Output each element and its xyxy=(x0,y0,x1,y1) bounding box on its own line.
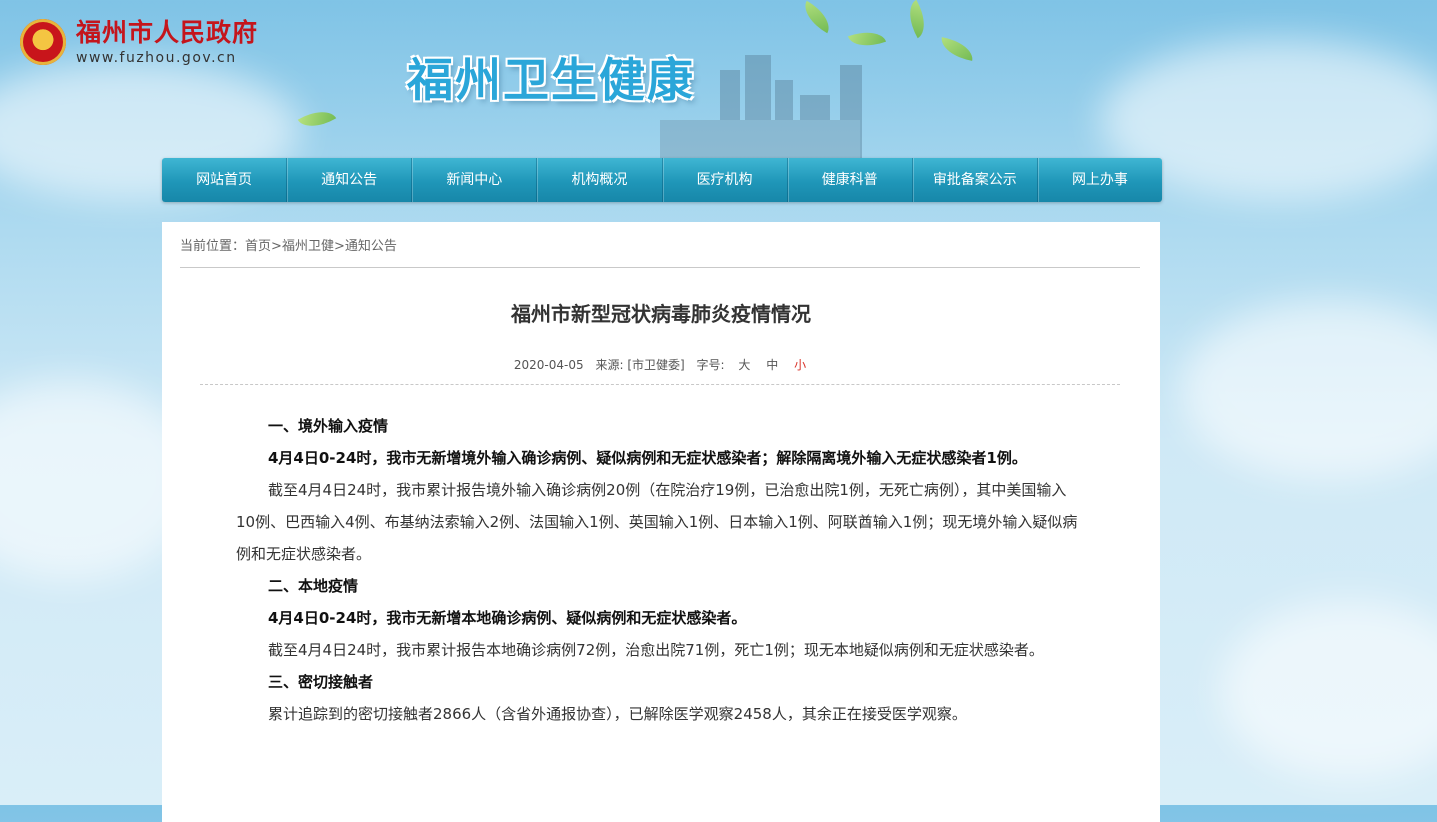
breadcrumb: 当前位置：首页>福州卫健>通知公告 xyxy=(180,235,397,254)
nav-item-notices[interactable]: 通知公告 xyxy=(287,158,413,202)
article-meta: 2020-04-05 来源: [市卫健委] 字号: 大 中 小 xyxy=(162,356,1160,373)
nav-item-about[interactable]: 机构概况 xyxy=(537,158,663,202)
breadcrumb-notices[interactable]: 通知公告 xyxy=(345,239,397,254)
section-heading: 三、密切接触者 xyxy=(268,673,374,691)
paragraph: 累计追踪到的密切接触者2866人（含省外通报协查），已解除医学观察2458人，其… xyxy=(268,705,967,723)
font-size-label: 字号: xyxy=(696,358,725,372)
breadcrumb-home[interactable]: 首页 xyxy=(245,239,271,254)
gov-url: www.fuzhou.gov.cn xyxy=(76,50,237,66)
divider xyxy=(180,267,1140,268)
section-heading: 二、本地疫情 xyxy=(268,577,359,595)
paragraph: 4月4日0-24时，我市无新增本地确诊病例、疑似病例和无症状感染者。 xyxy=(268,609,747,627)
gov-logo[interactable]: 福州市人民政府 www.fuzhou.gov.cn xyxy=(20,18,258,66)
breadcrumb-separator: > xyxy=(271,239,282,254)
font-size-medium[interactable]: 中 xyxy=(766,358,778,372)
article-source: 来源: [市卫健委] xyxy=(595,358,685,372)
nav-item-approval[interactable]: 审批备案公示 xyxy=(913,158,1038,202)
main-nav: 网站首页 通知公告 新闻中心 机构概况 医疗机构 健康科普 审批备案公示 网上办… xyxy=(162,158,1162,202)
nav-item-home[interactable]: 网站首页 xyxy=(162,158,288,202)
nav-item-online[interactable]: 网上办事 xyxy=(1038,158,1162,202)
article-body: 一、境外输入疫情 4月4日0-24时，我市无新增境外输入确诊病例、疑似病例和无症… xyxy=(236,410,1082,730)
paragraph: 截至4月4日24时，我市累计报告本地确诊病例72例，治愈出院71例，死亡1例；现… xyxy=(268,641,1044,659)
national-emblem-icon xyxy=(20,19,66,65)
breadcrumb-prefix: 当前位置： xyxy=(180,239,246,254)
font-size-small[interactable]: 小 xyxy=(794,358,806,372)
breadcrumb-separator: > xyxy=(333,239,345,254)
nav-item-medical[interactable]: 医疗机构 xyxy=(663,158,788,202)
gov-name: 福州市人民政府 xyxy=(76,18,259,47)
paragraph: 截至4月4日24时，我市累计报告境外输入确诊病例20例（在院治疗19例，已治愈出… xyxy=(236,481,1078,563)
article-title: 福州市新型冠状病毒肺炎疫情情况 xyxy=(511,302,811,326)
paragraph: 4月4日0-24时，我市无新增境外输入确诊病例、疑似病例和无症状感染者；解除隔离… xyxy=(268,449,1027,467)
font-size-large[interactable]: 大 xyxy=(738,358,750,372)
nav-item-news[interactable]: 新闻中心 xyxy=(412,158,538,202)
article-date: 2020-04-05 xyxy=(513,358,584,372)
site-title: 福州卫生健康 xyxy=(407,53,695,107)
content-panel: 当前位置：首页>福州卫健>通知公告 福州市新型冠状病毒肺炎疫情情况 2020-0… xyxy=(162,222,1160,822)
breadcrumb-site[interactable]: 福州卫健 xyxy=(282,239,334,254)
section-heading: 一、境外输入疫情 xyxy=(268,417,389,435)
dashed-divider xyxy=(200,384,1120,385)
nav-item-health[interactable]: 健康科普 xyxy=(788,158,913,202)
